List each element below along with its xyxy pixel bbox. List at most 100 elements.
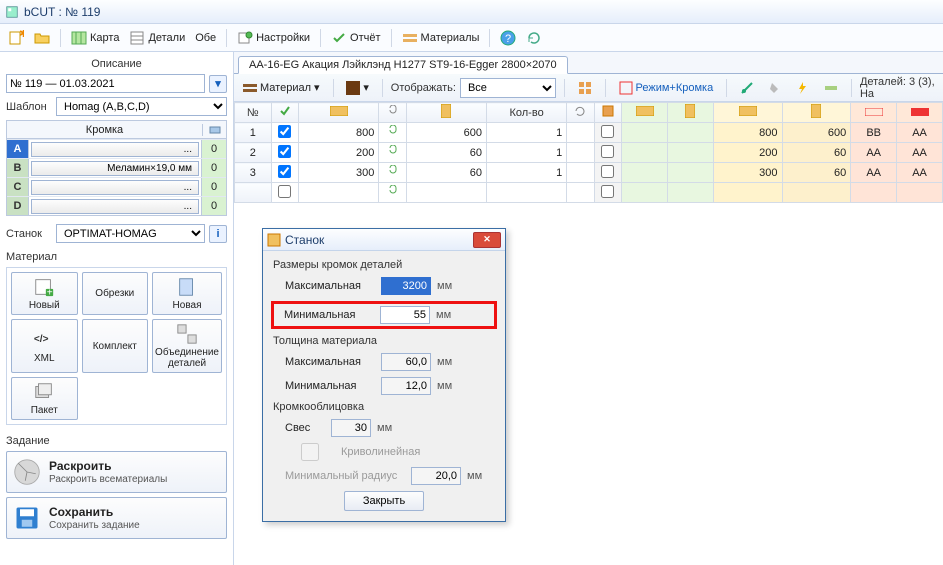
opisanie-dropdown-icon[interactable]: ▾ — [209, 75, 227, 93]
col-check-icon[interactable] — [271, 103, 298, 123]
novaya-button[interactable]: Новая — [152, 272, 222, 315]
row-h2[interactable]: 60 — [782, 163, 851, 183]
open-icon[interactable] — [30, 28, 54, 48]
row-e1[interactable]: AA — [851, 143, 897, 163]
row-e2[interactable]: AA — [897, 123, 943, 143]
row-edge2[interactable] — [667, 163, 713, 183]
kromka-row-button[interactable]: ... — [31, 142, 199, 157]
row-qty[interactable]: 1 — [487, 143, 567, 163]
col-rotate-icon[interactable] — [567, 103, 594, 123]
row-check[interactable] — [271, 163, 298, 183]
row-qty[interactable]: 1 — [487, 123, 567, 143]
col-edge1-icon[interactable] — [622, 103, 668, 123]
kromka-row-button[interactable]: ... — [31, 180, 199, 195]
col-cb-icon[interactable] — [594, 103, 621, 123]
row-cb[interactable] — [594, 143, 621, 163]
row-h[interactable]: 60 — [406, 163, 486, 183]
row-w[interactable]: 300 — [299, 163, 379, 183]
row-w2[interactable]: 200 — [713, 143, 782, 163]
row-w[interactable]: 800 — [299, 123, 379, 143]
sves-input[interactable] — [331, 419, 371, 437]
karta-button[interactable]: Карта — [67, 28, 123, 48]
max-input[interactable] — [381, 277, 431, 295]
otobr-select[interactable]: Все — [460, 78, 556, 98]
kromka-row-id[interactable]: A — [7, 140, 29, 158]
raskroit-button[interactable]: РаскроитьРаскроить всематериалы — [6, 451, 227, 493]
row-edge2[interactable] — [667, 123, 713, 143]
new-icon[interactable]: ✱ — [4, 28, 28, 48]
row-h2[interactable]: 600 — [782, 123, 851, 143]
dialog-close-icon[interactable]: ✕ — [473, 232, 501, 248]
row-check[interactable] — [271, 123, 298, 143]
kromka-row-button[interactable]: ... — [31, 199, 199, 214]
col-w2-icon[interactable] — [713, 103, 782, 123]
row-w2[interactable]: 800 — [713, 123, 782, 143]
stanok-select[interactable]: OPTIMAT-HOMAG — [56, 224, 205, 243]
min-input[interactable] — [380, 306, 430, 324]
nastroyki-button[interactable]: Настройки — [233, 28, 314, 48]
row-e2[interactable]: AA — [897, 143, 943, 163]
col-e2-icon[interactable] — [897, 103, 943, 123]
row-edge1[interactable] — [622, 163, 668, 183]
texture-icon[interactable]: ▾ — [341, 78, 374, 98]
grid-icon[interactable] — [573, 78, 597, 98]
kromka-row-id[interactable]: C — [7, 178, 29, 196]
stanok-info-icon[interactable]: i — [209, 225, 227, 243]
obe-button[interactable]: Обе — [191, 30, 220, 46]
col-link1-icon[interactable] — [379, 103, 406, 123]
kromka-row-button[interactable]: Меламин×19,0 мм — [31, 161, 199, 176]
row-edge2[interactable] — [667, 143, 713, 163]
xml-button[interactable]: </>XML — [11, 319, 78, 373]
row-qty[interactable]: 1 — [487, 163, 567, 183]
obyedinenie-button[interactable]: Объединение деталей — [152, 319, 222, 373]
komplekt-button[interactable]: Комплект — [82, 319, 149, 373]
kromka-row-id[interactable]: B — [7, 159, 29, 177]
row-edge1[interactable] — [622, 123, 668, 143]
help-icon[interactable]: ? — [496, 28, 520, 48]
row-h2[interactable]: 60 — [782, 143, 851, 163]
detali-button[interactable]: Детали — [125, 28, 189, 48]
row-num[interactable]: 3 — [235, 163, 272, 183]
paket-button[interactable]: Пакет — [11, 377, 78, 420]
tool-icon-2[interactable] — [763, 78, 787, 98]
row-rotate[interactable] — [567, 123, 594, 143]
col-edge2-icon[interactable] — [667, 103, 713, 123]
row-e1[interactable]: AA — [851, 163, 897, 183]
col-num[interactable]: № — [235, 103, 272, 123]
tmin-input[interactable] — [381, 377, 431, 395]
col-height-icon[interactable] — [406, 103, 486, 123]
otchet-button[interactable]: Отчёт — [327, 28, 384, 48]
sohranit-button[interactable]: СохранитьСохранить задание — [6, 497, 227, 539]
row-num[interactable]: 2 — [235, 143, 272, 163]
row-rotate[interactable] — [567, 143, 594, 163]
material-tab[interactable]: AA-16-EG Акация Лэйклэнд H1277 ST9-16-Eg… — [238, 56, 568, 74]
row-w2[interactable]: 300 — [713, 163, 782, 183]
opisanie-input[interactable] — [6, 74, 205, 93]
row-link-icon[interactable] — [379, 123, 406, 143]
material-dropdown[interactable]: Материал▾ — [238, 78, 325, 98]
tmax-input[interactable] — [381, 353, 431, 371]
row-h[interactable]: 60 — [406, 143, 486, 163]
col-e1-icon[interactable] — [851, 103, 897, 123]
refresh-icon[interactable] — [522, 28, 546, 48]
tool-icon-1[interactable] — [735, 78, 759, 98]
obrezki-button[interactable]: Обрезки — [82, 272, 149, 315]
col-kolvo[interactable]: Кол-во — [487, 103, 567, 123]
bolt-icon[interactable] — [791, 78, 815, 98]
row-h[interactable]: 600 — [406, 123, 486, 143]
materialy-button[interactable]: Материалы — [398, 28, 484, 48]
row-num[interactable]: 1 — [235, 123, 272, 143]
row-link-icon[interactable] — [379, 163, 406, 183]
row-check[interactable] — [271, 143, 298, 163]
row-w[interactable]: 200 — [299, 143, 379, 163]
row-rotate[interactable] — [567, 163, 594, 183]
close-button[interactable]: Закрыть — [344, 491, 424, 511]
row-e1[interactable]: BB — [851, 123, 897, 143]
row-cb[interactable] — [594, 163, 621, 183]
row-link-icon[interactable] — [379, 143, 406, 163]
noviy-button[interactable]: +Новый — [11, 272, 78, 315]
tool-icon-3[interactable] — [819, 78, 843, 98]
col-width-icon[interactable] — [299, 103, 379, 123]
row-cb[interactable] — [594, 123, 621, 143]
shablon-select[interactable]: Homag (A,B,C,D) — [56, 97, 227, 116]
